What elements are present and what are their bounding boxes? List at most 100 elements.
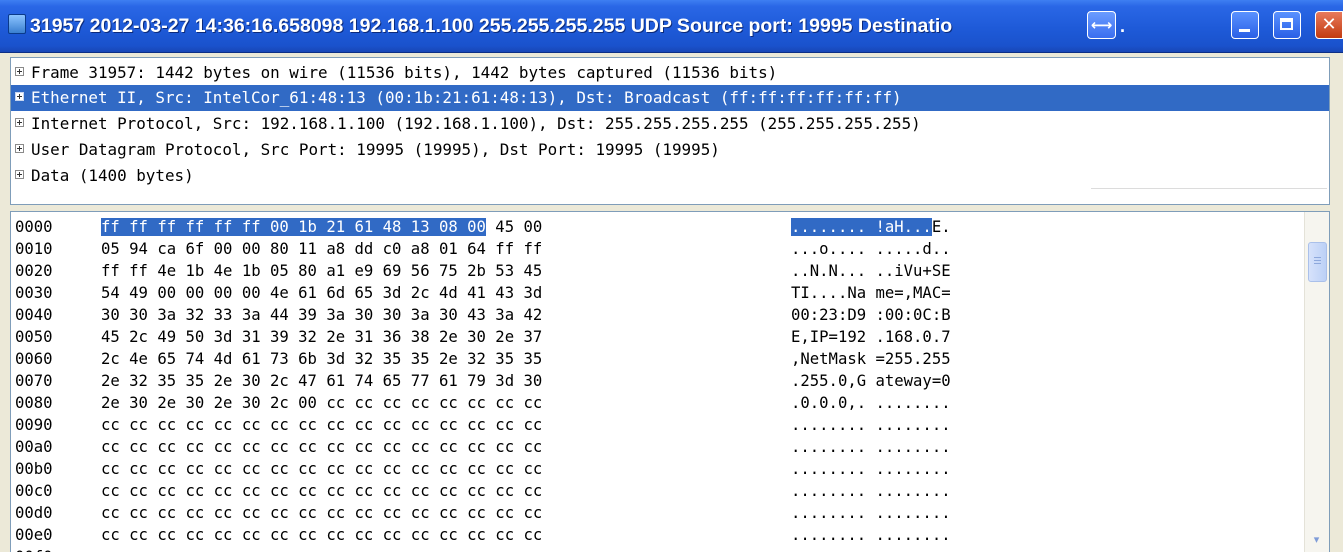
expand-plus-icon[interactable] <box>15 170 24 179</box>
hex-ascii[interactable]: 00:23:D9 :00:0C:B <box>791 304 951 326</box>
hex-ascii[interactable]: ,NetMask =255.255 <box>791 348 951 370</box>
hex-ascii[interactable]: .0.0.0,. ........ <box>791 392 951 414</box>
hex-bytes[interactable]: cc cc cc cc cc cc cc cc cc cc cc cc cc c… <box>101 414 542 436</box>
ascii-text: E. <box>931 218 951 236</box>
ascii-text: ,NetMask =255.255 <box>791 350 951 368</box>
packet-details-pane[interactable]: Frame 31957: 1442 bytes on wire (11536 b… <box>10 57 1330 205</box>
expand-plus-icon[interactable] <box>15 92 24 101</box>
hex-row[interactable]: 0080 2e 30 2e 30 2e 30 2c 00 cc cc cc cc … <box>11 392 1301 414</box>
hex-bytes[interactable]: cc cc cc cc cc cc cc cc cc cc cc cc cc c… <box>101 436 542 458</box>
hex-bytes-text: ff ff 4e 1b 4e 1b 05 80 a1 e9 69 56 75 2… <box>101 262 543 280</box>
hex-scrollbar[interactable]: ▾ <box>1304 212 1329 552</box>
hex-row[interactable]: 0070 2e 32 35 35 2e 30 2c 47 61 74 65 77 … <box>11 370 1301 392</box>
title-ellipsis: . <box>1120 16 1126 36</box>
hex-row[interactable]: 0030 54 49 00 00 00 00 4e 61 6d 65 3d 2c … <box>11 282 1301 304</box>
hex-bytes-text: cc cc cc cc cc cc cc cc cc cc cc cc cc c… <box>101 504 543 522</box>
hex-offset: 0000 <box>15 218 53 236</box>
hex-ascii[interactable]: ........ ........ <box>791 436 951 458</box>
ascii-text: ........ ........ <box>791 526 951 544</box>
hex-offset: 00f0 <box>15 546 53 552</box>
hex-ascii[interactable]: TI....Na me=,MAC= <box>791 282 951 304</box>
hex-bytes[interactable]: 2c 4e 65 74 4d 61 73 6b 3d 32 35 35 2e 3… <box>101 348 542 370</box>
hex-bytes[interactable]: 45 2c 49 50 3d 31 39 32 2e 31 36 38 2e 3… <box>101 326 542 348</box>
hex-offset: 00d0 <box>15 504 53 522</box>
scrollbar-thumb[interactable] <box>1308 242 1327 282</box>
hex-ascii[interactable]: ..N.N... ..iVu+SE <box>791 260 951 282</box>
hex-bytes[interactable]: cc cc cc cc cc cc cc cc cc cc cc cc cc c… <box>101 524 542 546</box>
hex-bytes[interactable]: 05 94 ca 6f 00 00 80 11 a8 dd c0 a8 01 6… <box>101 238 542 260</box>
tree-row-udp[interactable]: User Datagram Protocol, Src Port: 19995 … <box>11 137 1329 163</box>
resize-arrows-icon[interactable]: ⟷ <box>1087 11 1116 39</box>
hex-offset: 00a0 <box>15 438 53 456</box>
hex-row[interactable]: 00b0 cc cc cc cc cc cc cc cc cc cc cc cc … <box>11 458 1301 480</box>
hex-bytes-text: cc cc cc cc cc cc cc cc cc cc cc cc cc c… <box>101 438 543 456</box>
hex-bytes[interactable]: 54 49 00 00 00 00 4e 61 6d 65 3d 2c 4d 4… <box>101 282 542 304</box>
hex-row[interactable]: 0050 45 2c 49 50 3d 31 39 32 2e 31 36 38 … <box>11 326 1301 348</box>
hex-row[interactable]: 0010 05 94 ca 6f 00 00 80 11 a8 dd c0 a8 … <box>11 238 1301 260</box>
hex-ascii[interactable]: ........ ........ <box>791 414 951 436</box>
hex-bytes[interactable]: 2e 30 2e 30 2e 30 2c 00 cc cc cc cc cc c… <box>101 392 542 414</box>
expand-plus-icon[interactable] <box>15 118 24 127</box>
ascii-text: ........ ........ <box>791 416 951 434</box>
hex-bytes-text: cc cc cc cc cc cc cc cc cc cc cc cc cc c… <box>101 460 543 478</box>
hex-bytes-text: 05 94 ca 6f 00 00 80 11 a8 dd c0 a8 01 6… <box>101 240 543 258</box>
tree-row-ip[interactable]: Internet Protocol, Src: 192.168.1.100 (1… <box>11 111 1329 137</box>
hex-bytes[interactable]: cc cc cc cc cc cc cc cc cc cc cc cc cc c… <box>101 458 542 480</box>
title-bar[interactable]: 31957 2012-03-27 14:36:16.658098 192.168… <box>0 0 1343 53</box>
hex-row[interactable]: 00c0 cc cc cc cc cc cc cc cc cc cc cc cc … <box>11 480 1301 502</box>
ascii-text: ........ ........ <box>791 504 951 522</box>
hex-row[interactable]: 0090 cc cc cc cc cc cc cc cc cc cc cc cc … <box>11 414 1301 436</box>
hex-row[interactable]: 0060 2c 4e 65 74 4d 61 73 6b 3d 32 35 35 … <box>11 348 1301 370</box>
hex-bytes[interactable]: cc cc cc cc cc cc cc cc cc cc cc cc cc c… <box>101 480 542 502</box>
ascii-text: .0.0.0,. ........ <box>791 394 951 412</box>
hex-row[interactable]: 00f0 <box>11 546 1301 552</box>
hex-offset: 0050 <box>15 328 53 346</box>
hex-offset: 0060 <box>15 350 53 368</box>
hex-ascii[interactable]: ........ ........ <box>791 480 951 502</box>
hex-row[interactable]: 0020 ff ff 4e 1b 4e 1b 05 80 a1 e9 69 56 … <box>11 260 1301 282</box>
hex-offset: 0040 <box>15 306 53 324</box>
minimize-button[interactable] <box>1231 11 1259 39</box>
tree-row-label: User Datagram Protocol, Src Port: 19995 … <box>31 140 720 159</box>
hex-bytes[interactable]: cc cc cc cc cc cc cc cc cc cc cc cc cc c… <box>101 502 542 524</box>
ascii-text: TI....Na me=,MAC= <box>791 284 951 302</box>
tree-row-data[interactable]: Data (1400 bytes) <box>11 163 1329 189</box>
hex-row[interactable]: 00d0 cc cc cc cc cc cc cc cc cc cc cc cc … <box>11 502 1301 524</box>
expand-plus-icon[interactable] <box>15 144 24 153</box>
hex-ascii[interactable]: ........ !aH...E. <box>791 216 951 238</box>
ascii-text: ..N.N... ..iVu+SE <box>791 262 951 280</box>
hex-row[interactable]: 00a0 cc cc cc cc cc cc cc cc cc cc cc cc … <box>11 436 1301 458</box>
scroll-down-icon[interactable]: ▾ <box>1308 532 1325 549</box>
tree-row-label: Ethernet II, Src: IntelCor_61:48:13 (00:… <box>31 88 902 107</box>
hex-row[interactable]: 0000 ff ff ff ff ff ff 00 1b 21 61 48 13 … <box>11 216 1301 238</box>
maximize-icon <box>1280 18 1293 30</box>
hex-ascii[interactable]: ........ ........ <box>791 458 951 480</box>
ascii-text: ........ ........ <box>791 460 951 478</box>
tree-row-frame[interactable]: Frame 31957: 1442 bytes on wire (11536 b… <box>11 60 1329 86</box>
expand-plus-icon[interactable] <box>15 67 24 76</box>
tree-row-ethernet[interactable]: Ethernet II, Src: IntelCor_61:48:13 (00:… <box>11 85 1329 111</box>
hex-ascii[interactable]: E,IP=192 .168.0.7 <box>791 326 951 348</box>
packet-window: 31957 2012-03-27 14:36:16.658098 192.168… <box>0 0 1343 552</box>
hex-bytes[interactable]: 2e 32 35 35 2e 30 2c 47 61 74 65 77 61 7… <box>101 370 542 392</box>
hex-row[interactable]: 00e0 cc cc cc cc cc cc cc cc cc cc cc cc … <box>11 524 1301 546</box>
hex-ascii[interactable]: ........ ........ <box>791 502 951 524</box>
window-title: 31957 2012-03-27 14:36:16.658098 192.168… <box>30 15 953 37</box>
ascii-text: E,IP=192 .168.0.7 <box>791 328 951 346</box>
hex-offset: 00b0 <box>15 460 53 478</box>
hex-bytes-text: cc cc cc cc cc cc cc cc cc cc cc cc cc c… <box>101 416 543 434</box>
hex-bytes[interactable]: 30 30 3a 32 33 3a 44 39 3a 30 30 3a 30 4… <box>101 304 542 326</box>
hex-ascii[interactable]: ........ ........ <box>791 524 951 546</box>
hex-bytes-text: 30 30 3a 32 33 3a 44 39 3a 30 30 3a 30 4… <box>101 306 543 324</box>
close-button[interactable]: ✕ <box>1315 11 1343 39</box>
packet-bytes-pane[interactable]: 0000 ff ff ff ff ff ff 00 1b 21 61 48 13 … <box>10 211 1330 552</box>
maximize-button[interactable] <box>1273 11 1301 39</box>
hex-bytes[interactable]: ff ff ff ff ff ff 00 1b 21 61 48 13 08 0… <box>101 216 542 238</box>
hex-row[interactable]: 0040 30 30 3a 32 33 3a 44 39 3a 30 30 3a … <box>11 304 1301 326</box>
tree-row-label: Internet Protocol, Src: 192.168.1.100 (1… <box>31 114 921 133</box>
hex-bytes-text: cc cc cc cc cc cc cc cc cc cc cc cc cc c… <box>101 482 543 500</box>
hex-bytes[interactable]: ff ff 4e 1b 4e 1b 05 80 a1 e9 69 56 75 2… <box>101 260 542 282</box>
hex-ascii[interactable]: .255.0,G ateway=0 <box>791 370 951 392</box>
hex-ascii[interactable]: ...o.... .....d.. <box>791 238 951 260</box>
minimize-icon <box>1239 29 1250 32</box>
